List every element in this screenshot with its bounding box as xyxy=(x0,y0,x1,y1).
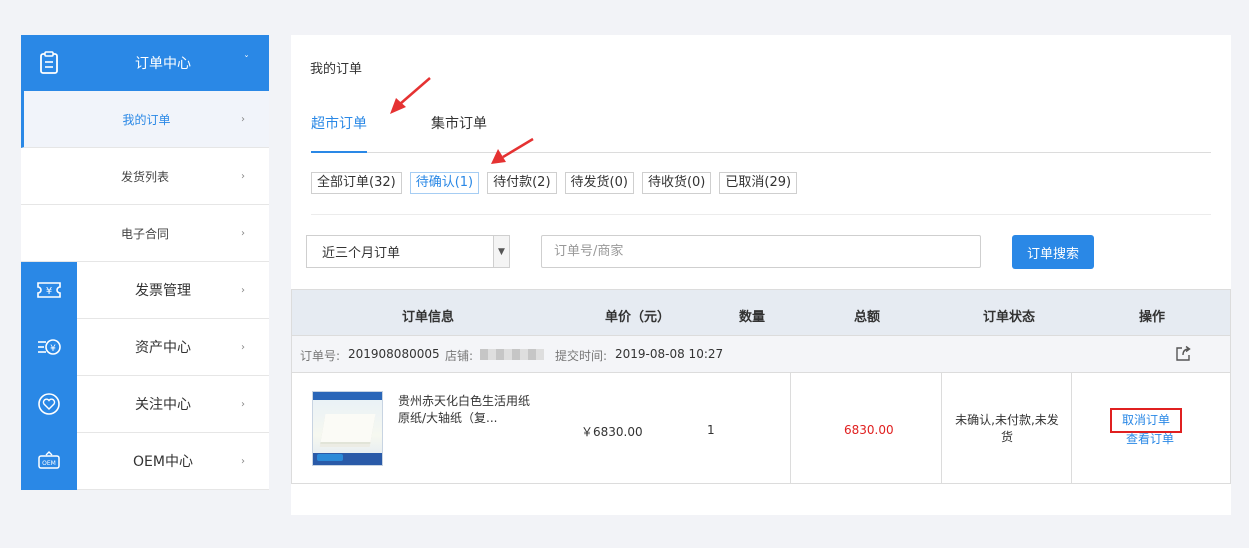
sidebar-item-label: 发货列表 xyxy=(120,169,169,184)
filter-pending-confirm[interactable]: 待确认(1) xyxy=(409,172,480,194)
main-panel: 我的订单 超市订单 集市订单 全部订单(32) 待确认(1) 待付款(2) 待发… xyxy=(291,35,1231,515)
product-name[interactable]: 贵州赤天化白色生活用纸原纸/大轴纸（复... xyxy=(398,393,530,427)
sidebar-item-oem[interactable]: OEM OEM中心 › xyxy=(21,432,269,490)
order-no: 201908080005 xyxy=(348,347,440,361)
chevron-right-icon: › xyxy=(241,341,245,353)
time-label: 提交时间: xyxy=(555,349,608,363)
period-select-value: 近三个月订单 xyxy=(322,246,401,261)
chevron-down-icon[interactable]: ▼ xyxy=(493,236,509,267)
chevron-right-icon: › xyxy=(241,455,245,467)
view-order-link[interactable]: 查看订单 xyxy=(1126,430,1174,447)
divider xyxy=(311,214,1211,215)
tab-market-orders[interactable]: 集市订单 xyxy=(431,113,487,153)
column-header: 订单信息 xyxy=(402,310,455,325)
filter-all[interactable]: 全部订单(32) xyxy=(311,172,402,194)
sidebar-item-order-center[interactable]: 订单中心 ˇ xyxy=(21,35,269,91)
divider xyxy=(941,373,942,483)
filter-pending-payment[interactable]: 待付款(2) xyxy=(487,172,557,194)
filter-pending-shipment[interactable]: 待发货(0) xyxy=(564,172,634,194)
chevron-right-icon: › xyxy=(241,398,245,410)
product-image[interactable] xyxy=(312,391,383,466)
divider xyxy=(1071,373,1072,483)
sidebar-item-label: 我的订单 xyxy=(122,112,171,127)
sidebar-item-label: 订单中心 xyxy=(135,56,191,72)
heart-icon xyxy=(21,375,77,433)
tab-supermarket-orders[interactable]: 超市订单 xyxy=(311,113,367,153)
search-input[interactable] xyxy=(541,235,981,268)
orders-table: 订单信息 单价（元） 数量 总额 订单状态 操作 订单号: 2019080800… xyxy=(291,289,1231,484)
order-status: 未确认,未付款,未发货 xyxy=(955,413,1059,444)
order-time: 2019-08-08 10:27 xyxy=(615,347,724,361)
order-no-label: 订单号: xyxy=(300,349,341,363)
sidebar-item-my-orders[interactable]: 我的订单 › xyxy=(21,91,269,148)
column-header: 总额 xyxy=(854,310,881,325)
chevron-right-icon: › xyxy=(241,170,245,182)
ticket-icon: ¥ xyxy=(21,261,77,319)
sidebar-item-assets[interactable]: ¥ 资产中心 › xyxy=(21,318,269,376)
order-type-tabs: 超市订单 集市订单 xyxy=(311,113,1211,153)
sidebar-item-invoice[interactable]: ¥ 发票管理 › xyxy=(21,261,269,319)
clipboard-icon xyxy=(21,35,77,91)
unit-price: ￥6830.00 xyxy=(581,425,643,439)
page-title: 我的订单 xyxy=(310,62,363,77)
svg-text:OEM: OEM xyxy=(42,460,56,467)
oem-badge-icon: OEM xyxy=(21,432,77,490)
sidebar: 订单中心 ˇ 我的订单 › 发货列表 › 电子合同 › ¥ 发票管理 › ¥ 资… xyxy=(21,35,269,490)
svg-text:¥: ¥ xyxy=(50,344,56,354)
order-row: 贵州赤天化白色生活用纸原纸/大轴纸（复... ￥6830.00 1 6830.0… xyxy=(291,373,1231,484)
sidebar-item-label: 电子合同 xyxy=(120,226,169,241)
filter-pending-receipt[interactable]: 待收货(0) xyxy=(641,172,712,194)
status-filters: 全部订单(32) 待确认(1) 待付款(2) 待发货(0) 待收货(0) 已取消… xyxy=(311,172,805,194)
share-icon[interactable] xyxy=(1174,345,1192,363)
sidebar-item-e-contract[interactable]: 电子合同 › xyxy=(21,205,269,262)
table-header: 订单信息 单价（元） 数量 总额 订单状态 操作 xyxy=(291,289,1231,336)
shop-label: 店铺: xyxy=(445,349,474,363)
order-meta-row: 订单号: 201908080005 店铺: 提交时间: 2019-08-08 1… xyxy=(291,336,1231,373)
quantity: 1 xyxy=(707,423,715,437)
divider xyxy=(790,373,791,483)
column-header: 订单状态 xyxy=(983,310,1036,325)
filter-cancelled[interactable]: 已取消(29) xyxy=(719,172,798,194)
column-header: 操作 xyxy=(1139,310,1166,325)
chevron-down-icon: ˇ xyxy=(244,55,249,66)
chevron-right-icon: › xyxy=(241,227,245,239)
chevron-right-icon: › xyxy=(241,284,245,296)
svg-text:¥: ¥ xyxy=(46,286,52,297)
order-total: 6830.00 xyxy=(844,423,894,437)
shop-name-redacted xyxy=(480,347,544,361)
sidebar-item-follow[interactable]: 关注中心 › xyxy=(21,375,269,433)
column-header: 单价（元） xyxy=(605,310,671,325)
chevron-right-icon: › xyxy=(241,113,245,125)
period-select[interactable]: 近三个月订单 ▼ xyxy=(306,235,510,268)
search-button[interactable]: 订单搜索 xyxy=(1012,235,1094,269)
coin-icon: ¥ xyxy=(21,318,77,376)
column-header: 数量 xyxy=(739,310,766,325)
sidebar-item-shipping-list[interactable]: 发货列表 › xyxy=(21,148,269,205)
